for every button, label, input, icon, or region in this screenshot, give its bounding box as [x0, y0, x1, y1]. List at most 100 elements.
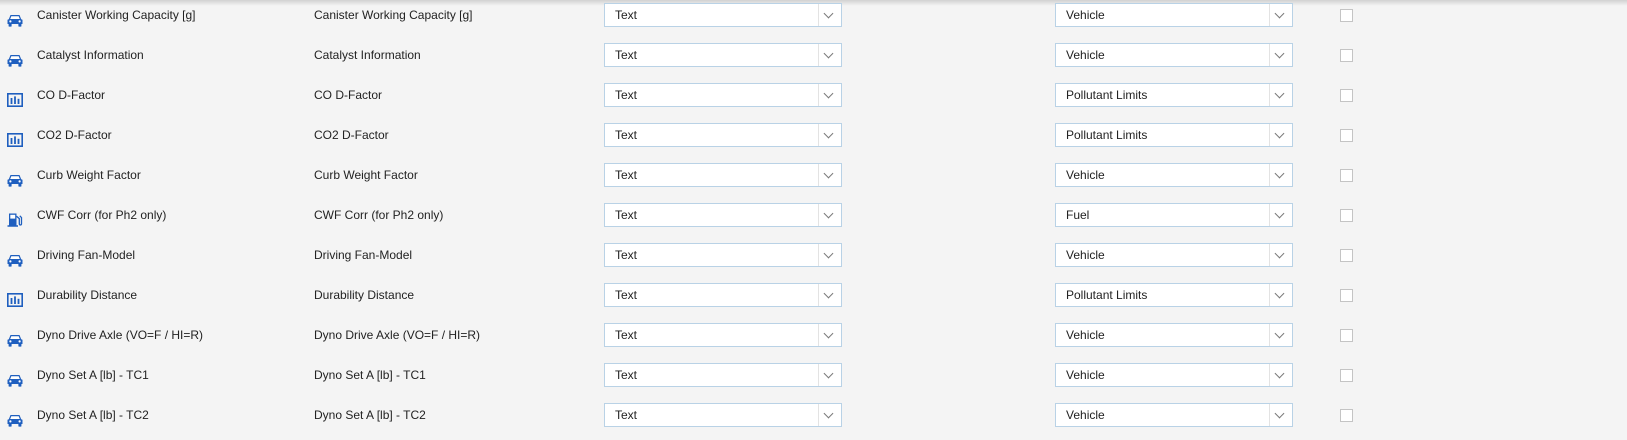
category-select[interactable]: Vehicle — [1055, 163, 1293, 187]
table-row: Dyno Set A [lb] - TC1 Dyno Set A [lb] - T… — [0, 360, 1627, 400]
type-select[interactable]: Text — [604, 123, 842, 147]
fuel-icon — [7, 213, 23, 227]
table-row: Dyno Drive Axle (VO=F / HI=R) Dyno Drive … — [0, 320, 1627, 360]
row-checkbox[interactable] — [1340, 169, 1353, 182]
table-row: Canister Working Capacity [g] Canister Wo… — [0, 0, 1627, 40]
row-checkbox[interactable] — [1340, 409, 1353, 422]
category-select-value: Vehicle — [1066, 168, 1105, 182]
type-select-value: Text — [615, 8, 638, 22]
type-select-value: Text — [615, 48, 638, 62]
type-select[interactable]: Text — [604, 163, 842, 187]
category-select-value: Vehicle — [1066, 408, 1105, 422]
type-select[interactable]: Text — [604, 43, 842, 67]
chevron-down-icon — [1269, 4, 1292, 26]
attribute-name: CO D-Factor — [37, 88, 106, 102]
category-select[interactable]: Vehicle — [1055, 243, 1293, 267]
car-icon — [7, 53, 23, 67]
chevron-down-icon — [818, 44, 841, 66]
chevron-down-icon — [818, 324, 841, 346]
row-checkbox[interactable] — [1340, 209, 1353, 222]
row-checkbox[interactable] — [1340, 329, 1353, 342]
type-select-value: Text — [615, 288, 638, 302]
category-select-value: Vehicle — [1066, 48, 1105, 62]
category-select[interactable]: Vehicle — [1055, 43, 1293, 67]
table-row: Catalyst Information Catalyst Information… — [0, 40, 1627, 80]
chevron-down-icon — [818, 204, 841, 226]
attribute-name: Curb Weight Factor — [37, 168, 141, 182]
attribute-name: CWF Corr (for Ph2 only) — [37, 208, 167, 222]
car-icon — [7, 173, 23, 187]
type-select-value: Text — [615, 408, 638, 422]
attribute-name: Dyno Drive Axle (VO=F / HI=R) — [37, 328, 204, 342]
type-select[interactable]: Text — [604, 3, 842, 27]
attribute-name: Dyno Set A [lb] - TC1 — [37, 368, 149, 382]
type-select[interactable]: Text — [604, 403, 842, 427]
attribute-label: CO D-Factor — [314, 88, 383, 102]
category-select[interactable]: Vehicle — [1055, 403, 1293, 427]
chevron-down-icon — [1269, 364, 1292, 386]
chevron-down-icon — [818, 404, 841, 426]
row-checkbox[interactable] — [1340, 49, 1353, 62]
chevron-down-icon — [818, 124, 841, 146]
table-row: Curb Weight Factor Curb Weight Factor Text… — [0, 160, 1627, 200]
category-select[interactable]: Fuel — [1055, 203, 1293, 227]
row-checkbox[interactable] — [1340, 89, 1353, 102]
row-checkbox[interactable] — [1340, 9, 1353, 22]
table-row: CWF Corr (for Ph2 only) CWF Corr (for Ph2… — [0, 200, 1627, 240]
row-checkbox[interactable] — [1340, 289, 1353, 302]
type-select[interactable]: Text — [604, 243, 842, 267]
attribute-label: CWF Corr (for Ph2 only) — [314, 208, 444, 222]
attribute-name: CO2 D-Factor — [37, 128, 112, 142]
chevron-down-icon — [1269, 44, 1292, 66]
attribute-label: Dyno Set A [lb] - TC2 — [314, 408, 426, 422]
car-icon — [7, 253, 23, 267]
category-select-value: Pollutant Limits — [1066, 88, 1148, 102]
attribute-name: Canister Working Capacity [g] — [37, 8, 196, 22]
type-select[interactable]: Text — [604, 363, 842, 387]
chevron-down-icon — [1269, 124, 1292, 146]
type-select-value: Text — [615, 368, 638, 382]
chevron-down-icon — [1269, 404, 1292, 426]
chevron-down-icon — [1269, 324, 1292, 346]
category-select[interactable]: Vehicle — [1055, 323, 1293, 347]
chevron-down-icon — [1269, 244, 1292, 266]
category-select-value: Vehicle — [1066, 328, 1105, 342]
type-select[interactable]: Text — [604, 203, 842, 227]
chevron-down-icon — [818, 284, 841, 306]
category-select[interactable]: Vehicle — [1055, 363, 1293, 387]
chevron-down-icon — [818, 164, 841, 186]
attribute-name: Driving Fan-Model — [37, 248, 136, 262]
chart-icon — [7, 93, 23, 107]
attribute-label: Canister Working Capacity [g] — [314, 8, 473, 22]
category-select[interactable]: Pollutant Limits — [1055, 83, 1293, 107]
attribute-label: Dyno Drive Axle (VO=F / HI=R) — [314, 328, 481, 342]
category-select-value: Vehicle — [1066, 8, 1105, 22]
row-checkbox[interactable] — [1340, 129, 1353, 142]
type-select[interactable]: Text — [604, 283, 842, 307]
category-select[interactable]: Pollutant Limits — [1055, 283, 1293, 307]
category-select[interactable]: Vehicle — [1055, 3, 1293, 27]
table-row: Dyno Set A [lb] - TC2 Dyno Set A [lb] - T… — [0, 400, 1627, 440]
attribute-label: CO2 D-Factor — [314, 128, 389, 142]
attribute-label: Catalyst Information — [314, 48, 421, 62]
chevron-down-icon — [1269, 284, 1292, 306]
row-checkbox[interactable] — [1340, 249, 1353, 262]
chevron-down-icon — [818, 84, 841, 106]
chart-icon — [7, 293, 23, 307]
row-checkbox[interactable] — [1340, 369, 1353, 382]
type-select[interactable]: Text — [604, 323, 842, 347]
category-select[interactable]: Pollutant Limits — [1055, 123, 1293, 147]
type-select-value: Text — [615, 88, 638, 102]
table-row: Driving Fan-Model Driving Fan-Model Text Ve… — [0, 240, 1627, 280]
type-select[interactable]: Text — [604, 83, 842, 107]
car-icon — [7, 413, 23, 427]
attribute-label: Driving Fan-Model — [314, 248, 413, 262]
category-select-value: Fuel — [1066, 208, 1090, 222]
chevron-down-icon — [818, 4, 841, 26]
attribute-table: Canister Working Capacity [g] Canister Wo… — [0, 0, 1627, 440]
car-icon — [7, 13, 23, 27]
car-icon — [7, 373, 23, 387]
attribute-name: Catalyst Information — [37, 48, 144, 62]
category-select-value: Pollutant Limits — [1066, 288, 1148, 302]
attribute-label: Dyno Set A [lb] - TC1 — [314, 368, 426, 382]
